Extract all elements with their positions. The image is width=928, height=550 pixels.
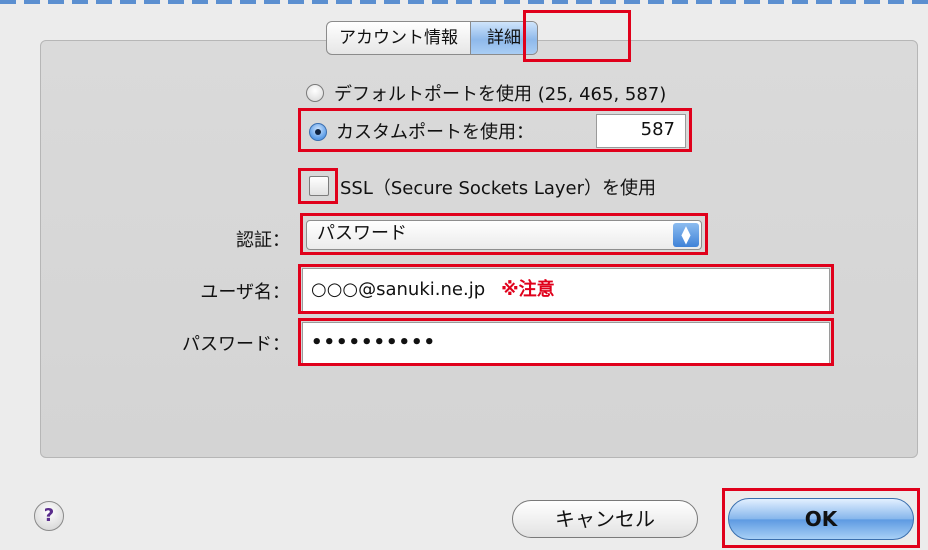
help-icon[interactable]: ? [34,501,64,531]
highlight-ok-button [722,488,920,548]
password-label: パスワード： [182,334,290,355]
auth-label: 認証： [236,230,290,251]
tab-account-info[interactable]: アカウント情報 [327,22,470,54]
highlight-ssl-checkbox [298,168,338,204]
ssl-label: SSL（Secure Sockets Layer）を使用 [340,178,657,199]
highlight-username [298,264,834,314]
highlight-details-tab [523,10,631,62]
default-port-radio[interactable] [306,84,324,102]
highlight-password [298,318,834,366]
tab-bar: アカウント情報 詳細 [326,21,538,55]
highlight-custom-port [298,108,692,152]
username-label: ユーザ名： [200,282,290,303]
default-port-label: デフォルトポートを使用 (25, 465, 587) [334,84,667,105]
cancel-button[interactable]: キャンセル [512,500,698,538]
highlight-auth [300,213,708,255]
top-dashed-border [0,0,928,4]
